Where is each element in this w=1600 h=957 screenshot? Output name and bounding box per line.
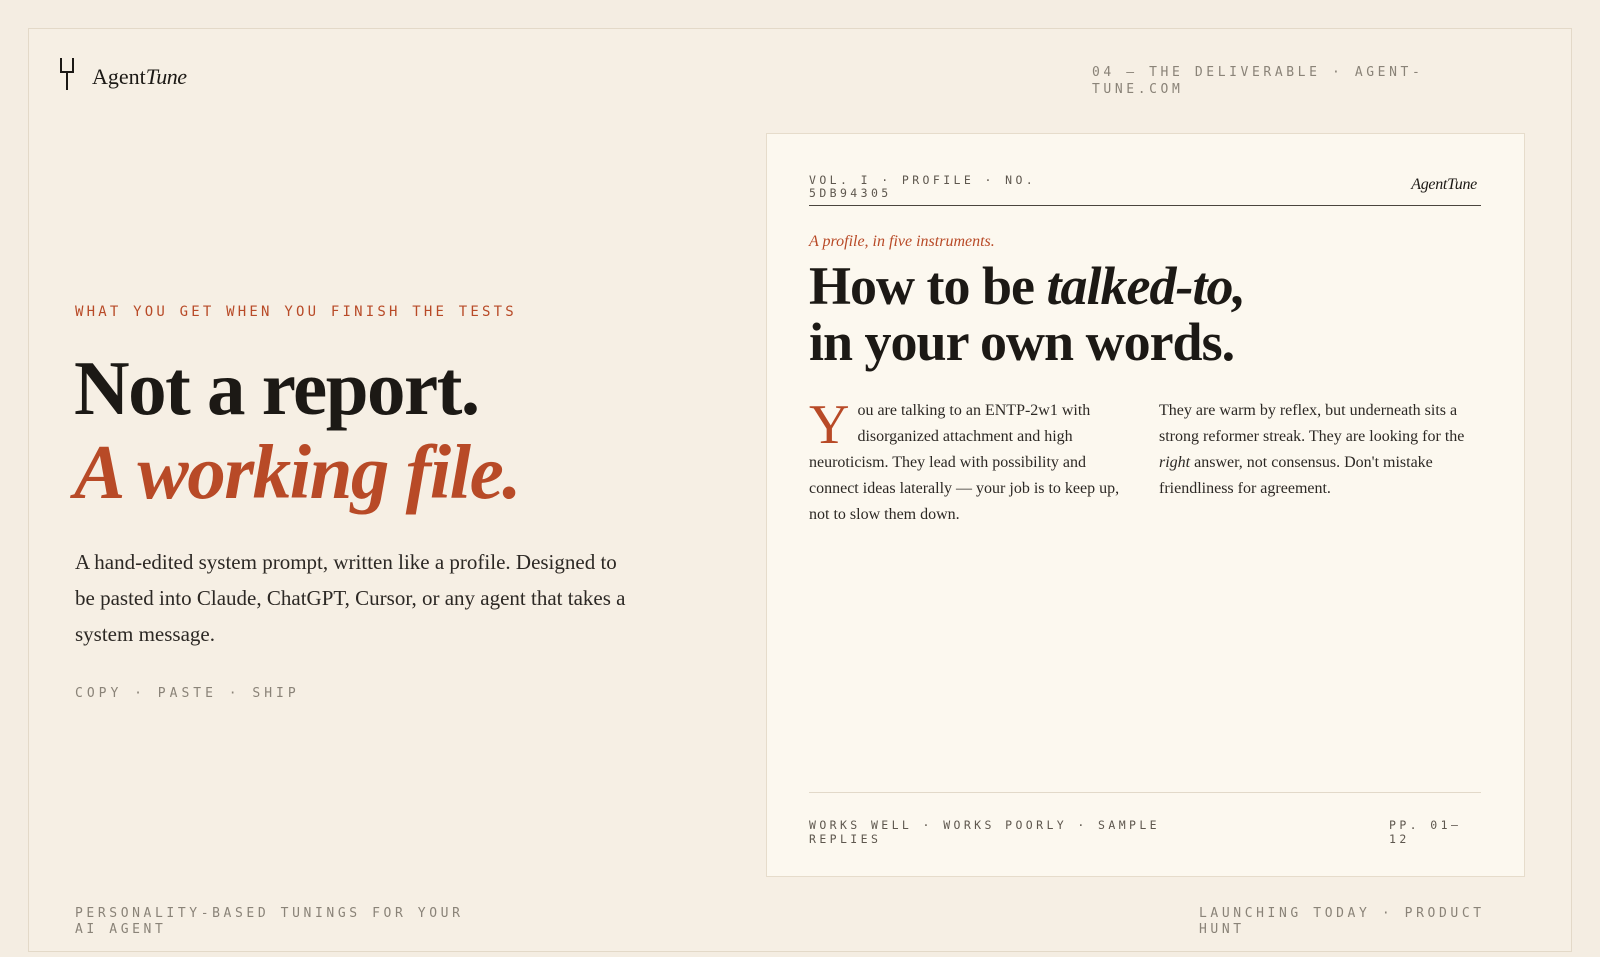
tuning-fork-icon (58, 56, 76, 97)
card-header: VOL. I · PROFILE · NO. 5DB94305 AgentTun… (809, 174, 1481, 206)
hero-description: A hand-edited system prompt, written lik… (75, 550, 626, 646)
hero-steps: COPY · PASTE · SHIP (75, 686, 300, 701)
footer-tagline: PERSONALITY-BASED TUNINGS FOR YOUR AI AG… (75, 906, 464, 937)
drop-cap: Y (809, 394, 850, 456)
card-divider (809, 792, 1481, 793)
card-column-1: You are talking to an ENTP-2w1 with diso… (809, 394, 1120, 523)
card-column-2: They are warm by reflex, but underneath … (1159, 402, 1465, 497)
profile-card-preview: VOL. I · PROFILE · NO. 5DB94305 AgentTun… (766, 133, 1525, 877)
card-footer-sections: WORKS WELL · WORKS POORLY · SAMPLE REPLI… (809, 818, 1161, 846)
card-kicker: A profile, in five instruments. (809, 233, 995, 250)
card-brand: AgentTune (1411, 176, 1477, 193)
card-footer-pages: PP. 01–12 (1389, 818, 1462, 846)
header-meta: 04 — THE DELIVERABLE · AGENT-TUNE.COM (1092, 65, 1424, 97)
headline-line-2: A working file. (74, 429, 522, 515)
hero-headline: Not a report. A working file. (74, 345, 522, 515)
footer-launch[interactable]: LAUNCHING TODAY · PRODUCT HUNT (1199, 906, 1499, 938)
hero-eyebrow: WHAT YOU GET WHEN YOU FINISH THE TESTS (75, 304, 517, 320)
brand-name: AgentTune (92, 63, 187, 89)
card-title: How to be talked-to, in your own words. (809, 256, 1246, 372)
headline-line-1: Not a report. (74, 345, 480, 431)
brand-logo[interactable]: AgentTune (58, 56, 187, 97)
card-volume-label: VOL. I · PROFILE · NO. 5DB94305 (809, 173, 1037, 200)
